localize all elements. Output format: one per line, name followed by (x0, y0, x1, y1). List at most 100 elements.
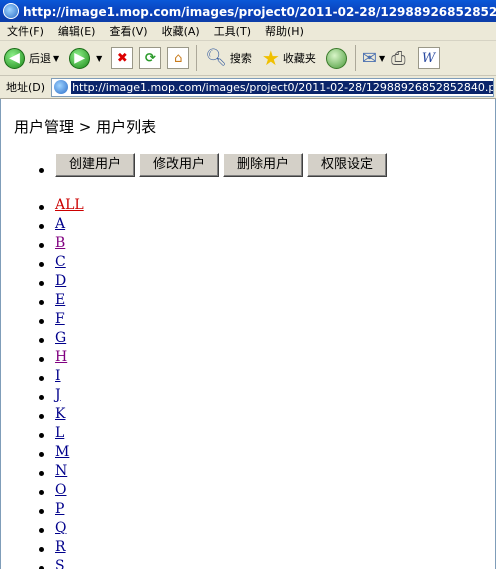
mail-dropdown-icon[interactable]: ▼ (379, 54, 385, 63)
list-item: B (1, 235, 495, 254)
list-bullet (39, 338, 44, 343)
list-bullet (39, 414, 44, 419)
list-bullet (39, 262, 44, 267)
back-button[interactable]: ◀ 后退 ▼ (4, 47, 65, 69)
menu-bar: 文件(F) 编辑(E) 查看(V) 收藏(A) 工具(T) 帮助(H) (0, 22, 496, 41)
letter-filter-list: ALL A B C D E F G H I J K L M N O P Q R … (1, 197, 495, 569)
address-input[interactable]: http://image1.mop.com/images/project0/20… (51, 77, 494, 97)
list-item: M (1, 444, 495, 463)
list-bullet (39, 376, 44, 381)
list-item: P (1, 501, 495, 520)
list-item: O (1, 482, 495, 501)
letter-link-s[interactable]: S (55, 558, 65, 569)
action-buttons: 创建用户 修改用户 删除用户 权限设定 (55, 153, 391, 177)
ie-icon (3, 3, 19, 19)
letter-link-a[interactable]: A (55, 216, 65, 232)
letter-link-k[interactable]: K (55, 406, 65, 422)
search-button[interactable]: 🔍︎ 搜索 (205, 48, 252, 68)
letter-link-q[interactable]: Q (55, 520, 66, 536)
list-bullet (39, 168, 44, 173)
menu-favorites[interactable]: 收藏(A) (155, 23, 207, 39)
list-bullet (39, 433, 44, 438)
address-label: 地址(D) (6, 81, 46, 94)
page-icon (54, 80, 69, 94)
favorites-label: 收藏夹 (282, 52, 316, 65)
letter-link-n[interactable]: N (55, 463, 67, 479)
list-item: H (1, 349, 495, 368)
list-bullet (39, 547, 44, 552)
home-icon[interactable]: ⌂ (167, 47, 190, 69)
toolbar: ◀ 后退 ▼ ▶ ▼ ✖ ⟳ ⌂ 🔍︎ 搜索 ★ 收藏夹 ✉ ▼ ⎙ W (0, 41, 496, 76)
letter-link-c[interactable]: C (55, 254, 66, 270)
list-item: N (1, 463, 495, 482)
toolbar-separator (196, 45, 198, 71)
list-bullet (39, 452, 44, 457)
list-bullet (39, 224, 44, 229)
history-icon[interactable] (325, 47, 347, 69)
letter-link-e[interactable]: E (55, 292, 65, 308)
list-item: J (1, 387, 495, 406)
list-item: S (1, 558, 495, 569)
list-item: L (1, 425, 495, 444)
menu-view[interactable]: 查看(V) (102, 23, 154, 39)
list-bullet (39, 528, 44, 533)
list-item: Q (1, 520, 495, 539)
letter-link-b[interactable]: B (55, 235, 65, 251)
delete-user-button[interactable]: 删除用户 (223, 153, 304, 177)
letter-link-i[interactable]: I (55, 368, 61, 384)
letter-link-g[interactable]: G (55, 330, 66, 346)
list-bullet (39, 281, 44, 286)
forward-button[interactable]: ▶ ▼ (69, 47, 108, 69)
letter-link-j[interactable]: J (55, 387, 61, 403)
menu-edit[interactable]: 编辑(E) (51, 23, 103, 39)
list-item: K (1, 406, 495, 425)
letter-link-o[interactable]: O (55, 482, 66, 498)
mail-icon[interactable]: ✉ (362, 48, 377, 69)
toolbar-separator (354, 45, 356, 71)
back-dropdown-icon[interactable]: ▼ (53, 54, 59, 63)
search-icon: 🔍︎ (205, 48, 227, 68)
window-title: http://image1.mop.com/images/project0/20… (23, 4, 496, 19)
create-user-button[interactable]: 创建用户 (55, 153, 136, 177)
letter-link-p[interactable]: P (55, 501, 64, 517)
list-bullet (39, 471, 44, 476)
star-icon: ★ (261, 46, 280, 70)
refresh-icon[interactable]: ⟳ (139, 47, 162, 69)
edit-user-button[interactable]: 修改用户 (139, 153, 220, 177)
address-bar: 地址(D) http://image1.mop.com/images/proje… (0, 76, 496, 99)
print-icon[interactable]: ⎙ (391, 48, 405, 69)
list-bullet (39, 205, 44, 210)
stop-icon[interactable]: ✖ (111, 47, 134, 69)
menu-tools[interactable]: 工具(T) (207, 23, 258, 39)
permissions-button[interactable]: 权限设定 (307, 153, 388, 177)
favorites-button[interactable]: ★ 收藏夹 (262, 46, 316, 70)
list-item: E (1, 292, 495, 311)
letter-link-all[interactable]: ALL (55, 197, 84, 213)
menu-help[interactable]: 帮助(H) (258, 23, 311, 39)
back-label: 后退 (29, 52, 51, 65)
list-item: I (1, 368, 495, 387)
list-bullet (39, 490, 44, 495)
letter-link-m[interactable]: M (55, 444, 69, 460)
list-bullet (39, 243, 44, 248)
word-icon[interactable]: W (417, 47, 440, 69)
address-url[interactable]: http://image1.mop.com/images/project0/20… (71, 80, 494, 94)
list-item: A (1, 216, 495, 235)
list-bullet (39, 319, 44, 324)
letter-link-f[interactable]: F (55, 311, 65, 327)
list-bullet (39, 509, 44, 514)
letter-link-d[interactable]: D (55, 273, 66, 289)
list-bullet (39, 395, 44, 400)
list-bullet (39, 357, 44, 362)
forward-dropdown-icon[interactable]: ▼ (96, 54, 102, 63)
letter-link-h[interactable]: H (55, 349, 67, 365)
menu-file[interactable]: 文件(F) (0, 23, 51, 39)
letter-link-l[interactable]: L (55, 425, 64, 441)
list-item: C (1, 254, 495, 273)
list-item: R (1, 539, 495, 558)
list-bullet (39, 300, 44, 305)
back-arrow-icon: ◀ (4, 47, 25, 69)
search-label: 搜索 (229, 52, 252, 65)
breadcrumb: 用户管理 > 用户列表 (14, 118, 157, 136)
letter-link-r[interactable]: R (55, 539, 66, 555)
